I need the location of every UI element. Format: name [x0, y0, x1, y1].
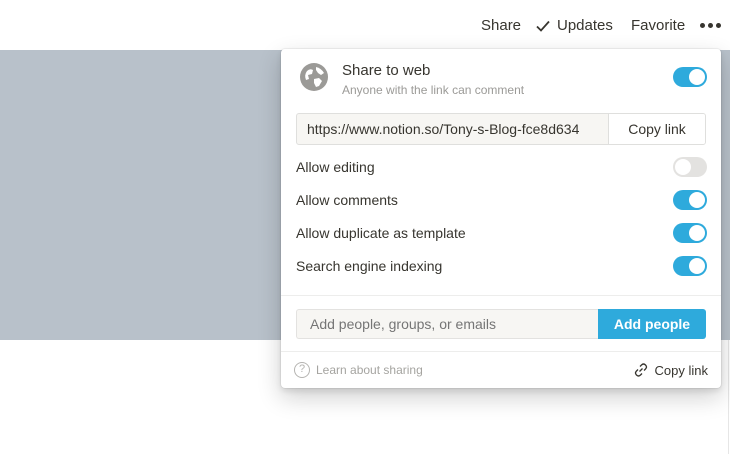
- allow-duplicate-toggle[interactable]: [673, 223, 707, 243]
- allow-comments-toggle[interactable]: [673, 190, 707, 210]
- divider: [281, 351, 721, 352]
- learn-about-sharing-label: Learn about sharing: [316, 363, 423, 377]
- search-indexing-toggle[interactable]: [673, 256, 707, 276]
- learn-about-sharing-link[interactable]: ? Learn about sharing: [294, 362, 423, 378]
- share-popover: Share to web Anyone with the link can co…: [281, 49, 721, 388]
- link-icon: [634, 363, 647, 377]
- copy-link-button[interactable]: Copy link: [608, 114, 705, 144]
- share-to-web-subtitle: Anyone with the link can comment: [342, 83, 525, 97]
- footer-copy-link-button[interactable]: Copy link: [633, 362, 708, 378]
- add-people-button[interactable]: Add people: [598, 309, 706, 339]
- updates-label: Updates: [557, 17, 613, 34]
- scrollbar-edge: [728, 340, 729, 454]
- divider: [281, 295, 721, 296]
- footer-copy-link-label: Copy link: [654, 362, 708, 378]
- allow-editing-label: Allow editing: [296, 159, 375, 175]
- share-to-web-toggle[interactable]: [673, 67, 707, 87]
- allow-duplicate-label: Allow duplicate as template: [296, 225, 466, 241]
- globe-icon: [300, 63, 328, 91]
- search-indexing-label: Search engine indexing: [296, 258, 443, 274]
- favorite-button[interactable]: Favorite: [631, 16, 685, 36]
- allow-editing-toggle[interactable]: [673, 157, 707, 177]
- checkmark-icon: [536, 20, 550, 32]
- question-icon: ?: [294, 362, 310, 378]
- updates-button[interactable]: Updates: [535, 16, 613, 36]
- share-button[interactable]: Share: [481, 16, 521, 36]
- share-link-box: https://www.notion.so/Tony-s-Blog-fce8d6…: [296, 113, 706, 145]
- share-link-url[interactable]: https://www.notion.so/Tony-s-Blog-fce8d6…: [307, 121, 609, 137]
- invite-input[interactable]: [296, 309, 599, 339]
- share-to-web-title: Share to web: [342, 62, 431, 79]
- more-options-icon[interactable]: [700, 14, 721, 36]
- allow-comments-label: Allow comments: [296, 192, 398, 208]
- top-bar: Share Updates Favorite: [0, 0, 730, 50]
